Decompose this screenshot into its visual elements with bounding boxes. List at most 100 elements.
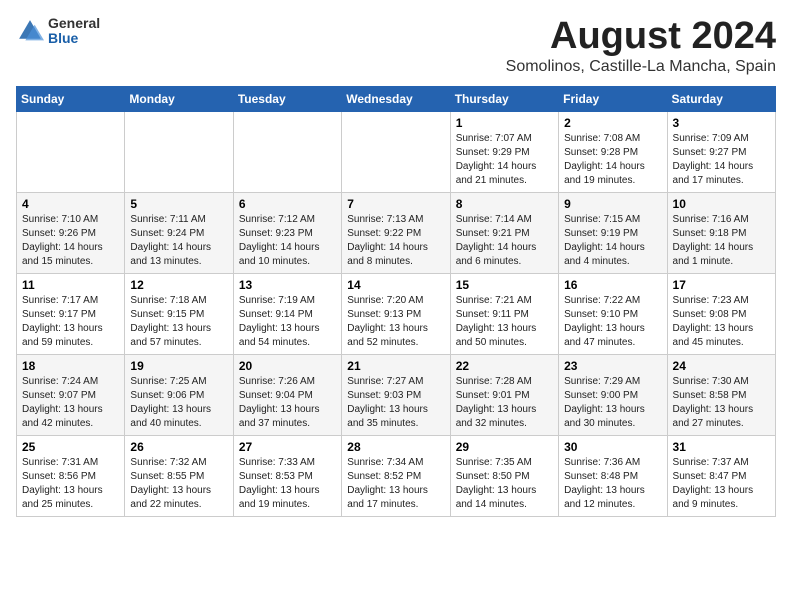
day-number: 18 [22,359,119,373]
calendar-cell: 18Sunrise: 7:24 AM Sunset: 9:07 PM Dayli… [17,354,125,435]
calendar-cell: 21 Sunrise: 7:27 AM Sunset: 9:03 PM Dayli… [342,354,450,435]
header: General Blue August 2024 Somolinos, Cast… [16,16,776,76]
calendar-cell: 19Sunrise: 7:25 AM Sunset: 9:06 PM Dayli… [125,354,233,435]
calendar-cell: 15 Sunrise: 7:21 AM Sunset: 9:11 PM Dayli… [450,273,558,354]
day-number: 17 [673,278,770,292]
day-info: Sunrise: 7:21 AM Sunset: 9:11 PM Dayligh… [456,294,553,350]
day-info: Sunrise: 7:11 AM Sunset: 9:24 PM Dayligh… [130,213,227,269]
day-info: Sunrise: 7:28 AM Sunset: 9:01 PM Dayligh… [456,375,553,431]
day-number: 28 [347,440,444,454]
day-info: Sunrise: 7:08 AM Sunset: 9:28 PM Dayligh… [564,132,661,188]
calendar-cell: 22Sunrise: 7:28 AM Sunset: 9:01 PM Dayli… [450,354,558,435]
weekday-header-row: SundayMondayTuesdayWednesdayThursdayFrid… [17,86,776,111]
day-number: 21 [347,359,444,373]
calendar-cell: 16 Sunrise: 7:22 AM Sunset: 9:10 PM Dayli… [559,273,667,354]
location-subtitle: Somolinos, Castille-La Mancha, Spain [506,58,776,76]
day-number: 4 [22,197,119,211]
weekday-header-saturday: Saturday [667,86,775,111]
day-number: 14 [347,278,444,292]
calendar-cell: 11 Sunrise: 7:17 AM Sunset: 9:17 PM Dayli… [17,273,125,354]
calendar-cell: 29Sunrise: 7:35 AM Sunset: 8:50 PM Dayli… [450,435,558,516]
day-number: 6 [239,197,336,211]
day-info: Sunrise: 7:23 AM Sunset: 9:08 PM Dayligh… [673,294,770,350]
calendar-cell: 6Sunrise: 7:12 AM Sunset: 9:23 PM Daylig… [233,192,341,273]
day-number: 10 [673,197,770,211]
day-info: Sunrise: 7:26 AM Sunset: 9:04 PM Dayligh… [239,375,336,431]
day-info: Sunrise: 7:30 AM Sunset: 8:58 PM Dayligh… [673,375,770,431]
day-info: Sunrise: 7:37 AM Sunset: 8:47 PM Dayligh… [673,456,770,512]
day-info: Sunrise: 7:22 AM Sunset: 9:10 PM Dayligh… [564,294,661,350]
calendar-cell: 23 Sunrise: 7:29 AM Sunset: 9:00 PM Dayli… [559,354,667,435]
day-number: 11 [22,278,119,292]
day-info: Sunrise: 7:32 AM Sunset: 8:55 PM Dayligh… [130,456,227,512]
calendar-week-row: 1 Sunrise: 7:07 AM Sunset: 9:29 PM Daylig… [17,111,776,192]
day-info: Sunrise: 7:27 AM Sunset: 9:03 PM Dayligh… [347,375,444,431]
day-info: Sunrise: 7:33 AM Sunset: 8:53 PM Dayligh… [239,456,336,512]
calendar-cell: 26 Sunrise: 7:32 AM Sunset: 8:55 PM Dayli… [125,435,233,516]
calendar-week-row: 11 Sunrise: 7:17 AM Sunset: 9:17 PM Dayli… [17,273,776,354]
calendar-table: SundayMondayTuesdayWednesdayThursdayFrid… [16,86,776,517]
day-number: 13 [239,278,336,292]
calendar-week-row: 18Sunrise: 7:24 AM Sunset: 9:07 PM Dayli… [17,354,776,435]
day-number: 8 [456,197,553,211]
day-info: Sunrise: 7:13 AM Sunset: 9:22 PM Dayligh… [347,213,444,269]
day-info: Sunrise: 7:19 AM Sunset: 9:14 PM Dayligh… [239,294,336,350]
day-number: 2 [564,116,661,130]
day-number: 9 [564,197,661,211]
day-number: 27 [239,440,336,454]
logo-general-text: General [48,16,100,31]
day-number: 1 [456,116,553,130]
calendar-cell: 4Sunrise: 7:10 AM Sunset: 9:26 PM Daylig… [17,192,125,273]
day-number: 15 [456,278,553,292]
calendar-cell: 10 Sunrise: 7:16 AM Sunset: 9:18 PM Dayli… [667,192,775,273]
calendar-cell: 5 Sunrise: 7:11 AM Sunset: 9:24 PM Daylig… [125,192,233,273]
calendar-cell: 17 Sunrise: 7:23 AM Sunset: 9:08 PM Dayli… [667,273,775,354]
calendar-cell: 25 Sunrise: 7:31 AM Sunset: 8:56 PM Dayli… [17,435,125,516]
calendar-cell: 30 Sunrise: 7:36 AM Sunset: 8:48 PM Dayli… [559,435,667,516]
calendar-cell [233,111,341,192]
day-number: 25 [22,440,119,454]
calendar-cell: 8 Sunrise: 7:14 AM Sunset: 9:21 PM Daylig… [450,192,558,273]
calendar-cell [17,111,125,192]
calendar-cell: 3Sunrise: 7:09 AM Sunset: 9:27 PM Daylig… [667,111,775,192]
weekday-header-sunday: Sunday [17,86,125,111]
calendar-cell: 20 Sunrise: 7:26 AM Sunset: 9:04 PM Dayli… [233,354,341,435]
day-info: Sunrise: 7:29 AM Sunset: 9:00 PM Dayligh… [564,375,661,431]
day-info: Sunrise: 7:14 AM Sunset: 9:21 PM Dayligh… [456,213,553,269]
logo-icon [16,17,44,45]
day-number: 24 [673,359,770,373]
calendar-cell: 9Sunrise: 7:15 AM Sunset: 9:19 PM Daylig… [559,192,667,273]
day-info: Sunrise: 7:35 AM Sunset: 8:50 PM Dayligh… [456,456,553,512]
day-info: Sunrise: 7:07 AM Sunset: 9:29 PM Dayligh… [456,132,553,188]
day-info: Sunrise: 7:34 AM Sunset: 8:52 PM Dayligh… [347,456,444,512]
month-year-title: August 2024 [506,16,776,58]
weekday-header-wednesday: Wednesday [342,86,450,111]
logo-text: General Blue [48,16,100,47]
day-info: Sunrise: 7:18 AM Sunset: 9:15 PM Dayligh… [130,294,227,350]
logo-blue-text: Blue [48,31,100,46]
day-number: 3 [673,116,770,130]
day-number: 5 [130,197,227,211]
logo: General Blue [16,16,100,47]
day-number: 26 [130,440,227,454]
calendar-cell: 24 Sunrise: 7:30 AM Sunset: 8:58 PM Dayli… [667,354,775,435]
calendar-cell [342,111,450,192]
day-number: 23 [564,359,661,373]
day-info: Sunrise: 7:31 AM Sunset: 8:56 PM Dayligh… [22,456,119,512]
calendar-cell: 31Sunrise: 7:37 AM Sunset: 8:47 PM Dayli… [667,435,775,516]
day-number: 16 [564,278,661,292]
calendar-cell: 27 Sunrise: 7:33 AM Sunset: 8:53 PM Dayli… [233,435,341,516]
title-section: August 2024 Somolinos, Castille-La Manch… [506,16,776,76]
weekday-header-monday: Monday [125,86,233,111]
day-number: 19 [130,359,227,373]
calendar-cell: 7Sunrise: 7:13 AM Sunset: 9:22 PM Daylig… [342,192,450,273]
day-info: Sunrise: 7:36 AM Sunset: 8:48 PM Dayligh… [564,456,661,512]
calendar-cell: 14 Sunrise: 7:20 AM Sunset: 9:13 PM Dayli… [342,273,450,354]
day-info: Sunrise: 7:20 AM Sunset: 9:13 PM Dayligh… [347,294,444,350]
day-number: 30 [564,440,661,454]
day-info: Sunrise: 7:16 AM Sunset: 9:18 PM Dayligh… [673,213,770,269]
calendar-cell [125,111,233,192]
day-number: 20 [239,359,336,373]
day-info: Sunrise: 7:17 AM Sunset: 9:17 PM Dayligh… [22,294,119,350]
weekday-header-friday: Friday [559,86,667,111]
